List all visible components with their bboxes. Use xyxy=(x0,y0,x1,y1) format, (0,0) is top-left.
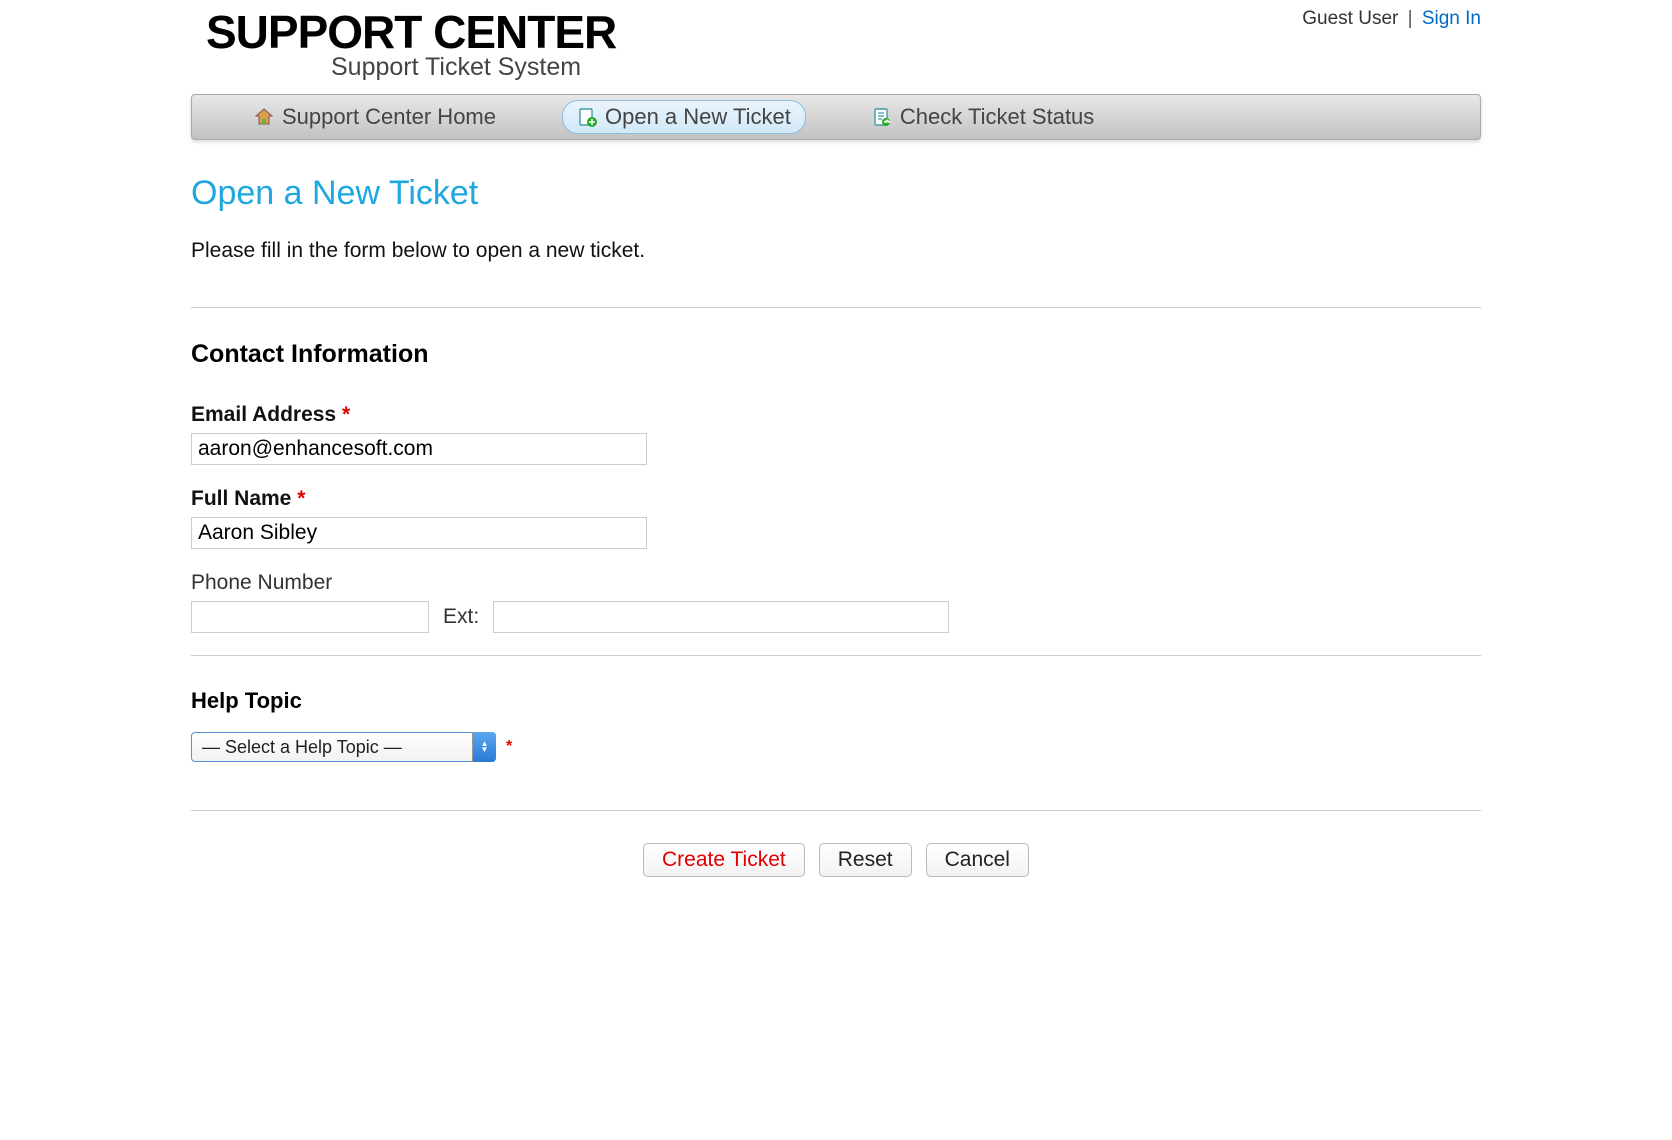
page-title: Open a New Ticket xyxy=(191,174,1481,213)
nav-check-status[interactable]: Check Ticket Status xyxy=(858,101,1108,133)
help-topic-select[interactable]: — Select a Help Topic — xyxy=(191,732,496,762)
guest-user-label: Guest User xyxy=(1302,8,1398,29)
phone-input[interactable] xyxy=(191,601,429,633)
logo-main: SUPPORT CENTER xyxy=(206,5,1481,59)
home-icon xyxy=(254,107,274,127)
nav-open-ticket-label: Open a New Ticket xyxy=(605,104,791,130)
divider: | xyxy=(1408,8,1413,29)
email-label-text: Email Address xyxy=(191,403,336,426)
sign-in-link[interactable]: Sign In xyxy=(1422,8,1481,29)
phone-label: Phone Number xyxy=(191,571,1481,595)
nav-home-label: Support Center Home xyxy=(282,104,496,130)
document-search-icon xyxy=(872,107,892,127)
full-name-label-text: Full Name xyxy=(191,487,291,510)
logo-sub: Support Ticket System xyxy=(331,53,1481,82)
nav-home[interactable]: Support Center Home xyxy=(240,101,510,133)
main-nav: Support Center Home Open a New Ticket Ch… xyxy=(191,94,1481,140)
email-required-mark: * xyxy=(342,403,350,426)
ext-label: Ext: xyxy=(443,605,479,629)
ext-input[interactable] xyxy=(493,601,949,633)
section-divider-2 xyxy=(191,655,1481,656)
document-new-icon xyxy=(577,107,597,127)
full-name-input[interactable] xyxy=(191,517,647,549)
section-divider xyxy=(191,307,1481,308)
cancel-button[interactable]: Cancel xyxy=(926,843,1029,877)
reset-button[interactable]: Reset xyxy=(819,843,912,877)
create-ticket-button[interactable]: Create Ticket xyxy=(643,843,805,877)
contact-heading: Contact Information xyxy=(191,340,1481,369)
email-label: Email Address * xyxy=(191,403,1481,427)
nav-check-status-label: Check Ticket Status xyxy=(900,104,1094,130)
section-divider-3 xyxy=(191,810,1481,811)
nav-open-ticket[interactable]: Open a New Ticket xyxy=(562,100,806,134)
user-box: Guest User | Sign In xyxy=(1302,8,1481,30)
help-topic-required-mark: * xyxy=(506,738,512,756)
help-topic-label: Help Topic xyxy=(191,688,1481,714)
name-required-mark: * xyxy=(297,487,305,510)
full-name-label: Full Name * xyxy=(191,487,1481,511)
page-intro: Please fill in the form below to open a … xyxy=(191,239,1481,263)
email-input[interactable] xyxy=(191,433,647,465)
